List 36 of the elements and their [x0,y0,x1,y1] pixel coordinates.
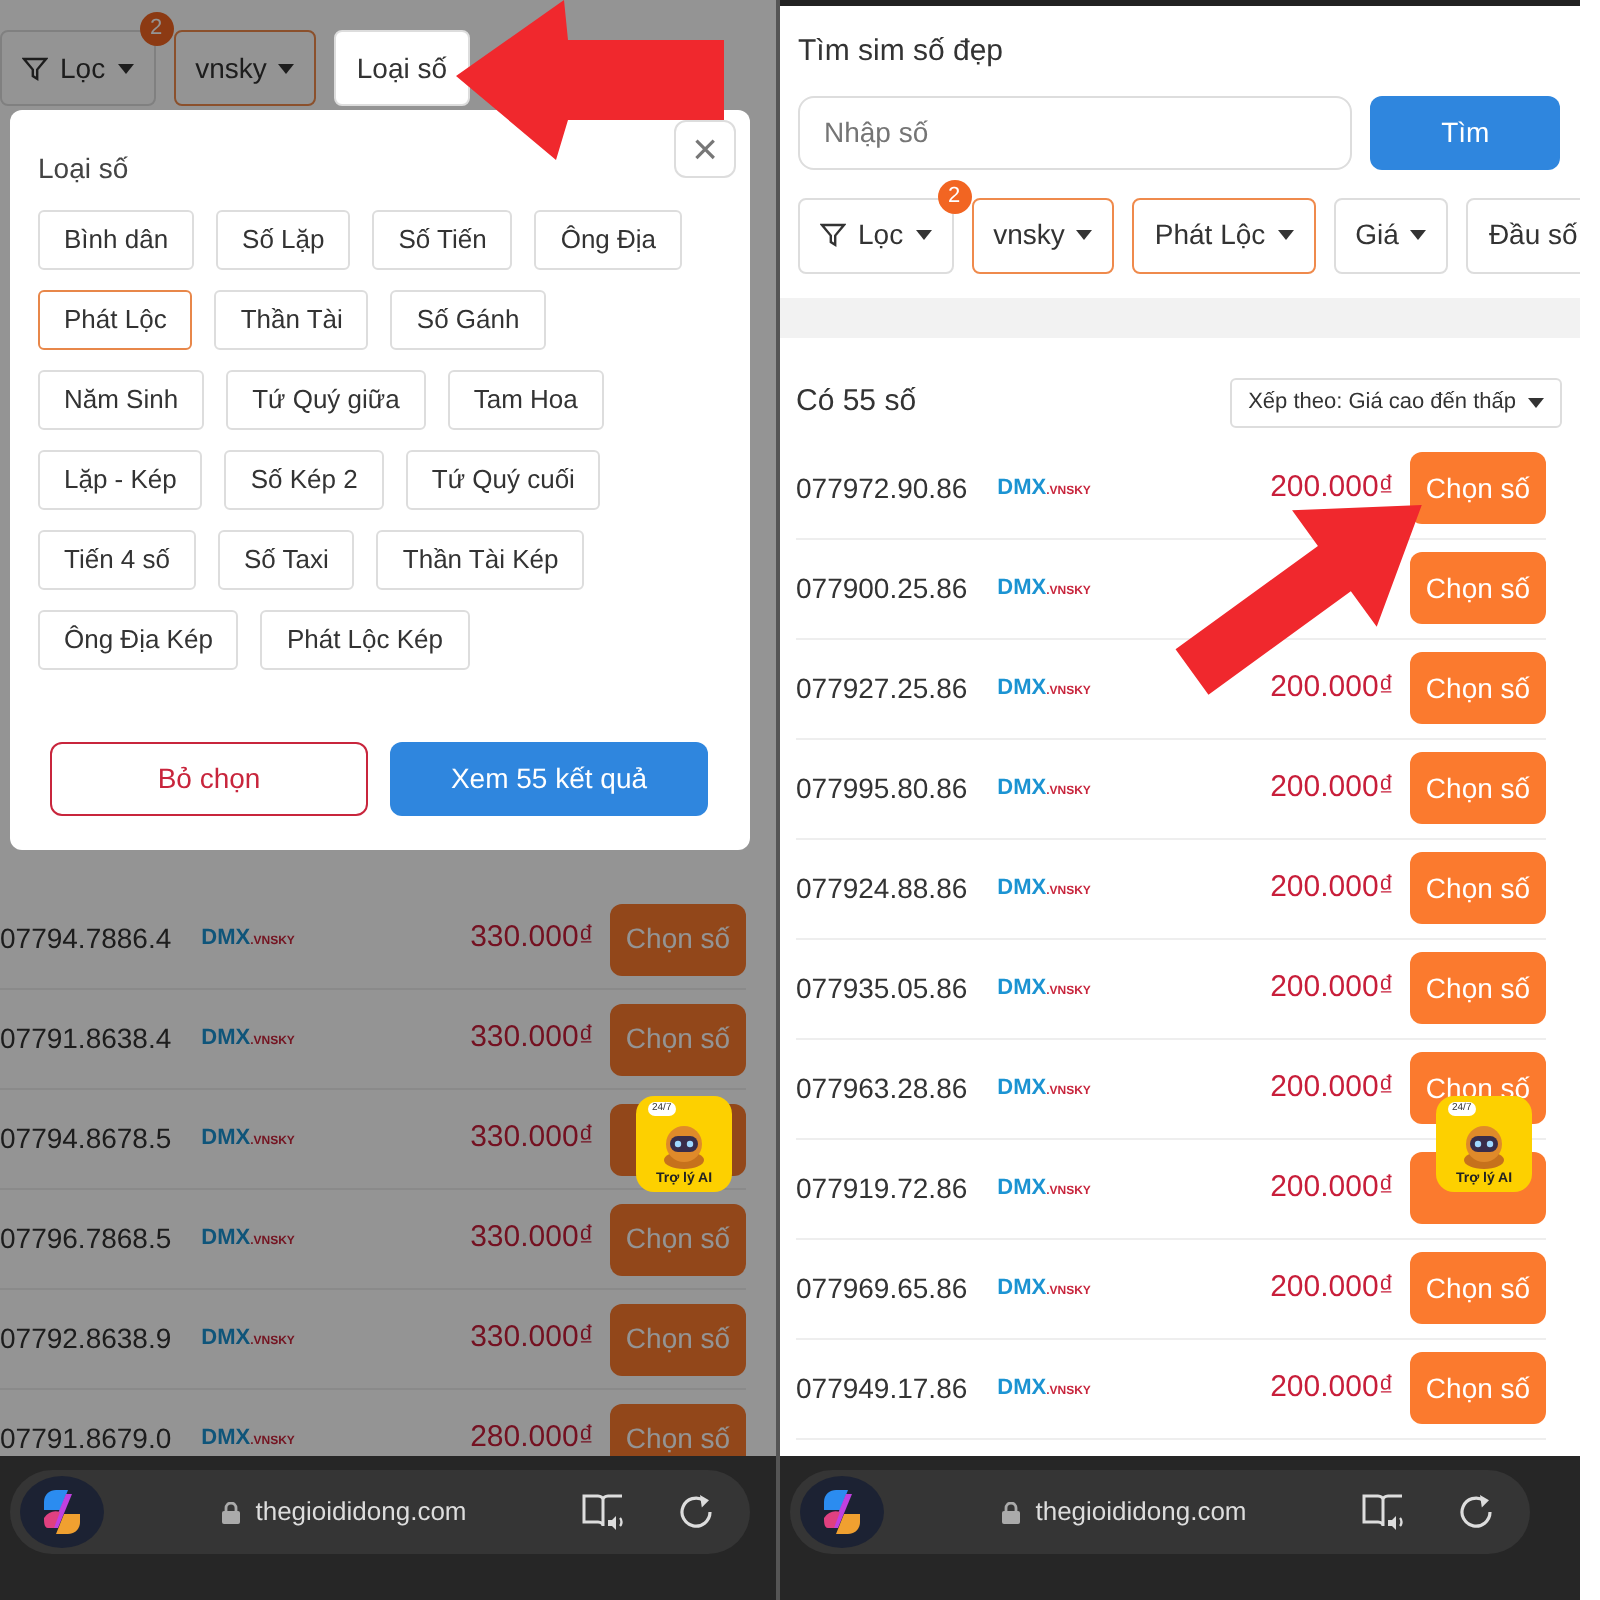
phone-number: 07791.8638.4 [0,1020,172,1058]
price: 200.000₫ [1270,967,1394,1008]
phone-number: 077949.17.86 [796,1369,968,1407]
price: 330.000₫ [470,1218,594,1259]
price: 330.000₫ [470,1018,594,1059]
price: 330.000₫ [470,1318,594,1359]
price: 200.000₫ [1270,1267,1394,1308]
price: 330.000₫ [470,918,594,959]
phone-number: 077963.28.86 [796,1069,968,1107]
phone-number: 077924.88.86 [796,869,968,907]
price: 330.000₫ [470,1118,594,1159]
result-count: Có 55 số [796,381,917,422]
price: 200.000₫ [1270,1167,1394,1208]
phone-number: 077900.25.86 [796,569,968,607]
phone-number: 07791.8679.0 [0,1420,172,1456]
phone-number: 077969.65.86 [796,1269,968,1307]
phone-number: 077935.05.86 [796,969,968,1007]
price: 200.000₫ [1270,767,1394,808]
price: 200.000₫ [1270,667,1394,708]
phone-number: 07792.8638.9 [0,1320,172,1358]
phone-number: 077972.90.86 [796,469,968,507]
phone-number: 07796.7868.5 [0,1220,172,1258]
count-badge: 2 [139,12,174,46]
phone-number: 077995.80.86 [796,769,968,807]
price: 200.000₫ [1270,867,1394,908]
price: 200.000₫ [1270,1367,1394,1408]
price: 200.000₫ [1270,467,1394,508]
phone-number: 07794.8678.5 [0,1120,172,1158]
page-title: Tìm sim số đẹp [798,32,1006,72]
price: 200.000₫ [1270,1067,1394,1108]
popup-title: Loại số [38,150,129,188]
phone-number: 07794.7886.4 [0,920,172,958]
count-badge: 2 [937,179,972,213]
phone-number: 077919.72.86 [796,1169,968,1207]
price: 280.000₫ [470,1418,594,1456]
phone-number: 077927.25.86 [796,669,968,707]
